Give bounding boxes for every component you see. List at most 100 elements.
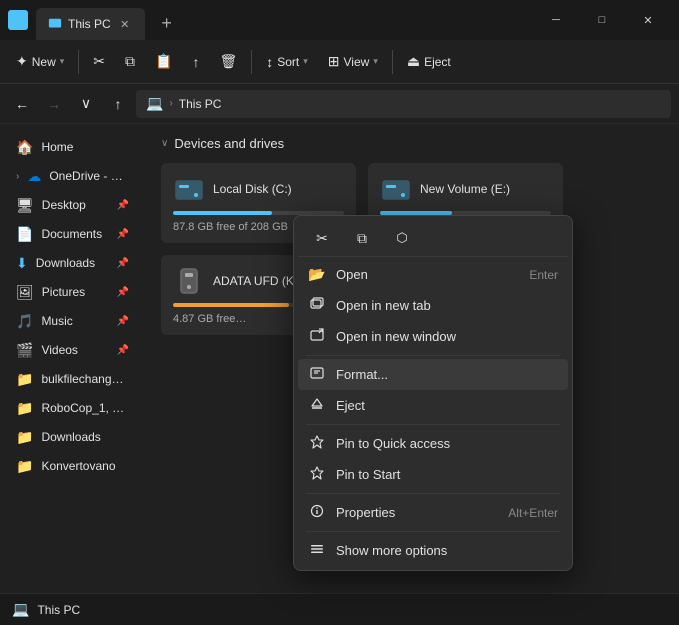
maximize-button[interactable]: □ — [579, 0, 625, 40]
close-button[interactable]: ✕ — [625, 0, 671, 40]
ctx-separator-1 — [306, 355, 560, 356]
eject-button[interactable]: ⏏ Eject — [399, 46, 459, 78]
onedrive-icon: ☁ — [27, 168, 41, 185]
ctx-pin-start-label: Pin to Start — [336, 467, 558, 482]
ctx-paste-button[interactable]: ⬡ — [384, 224, 420, 252]
drive-icon-c — [173, 173, 205, 205]
ctx-eject[interactable]: Eject — [298, 390, 568, 421]
section-collapse-icon[interactable]: ∨ — [161, 138, 168, 149]
nav-bar: ← → ∨ ↑ 💻 › This PC — [0, 84, 679, 124]
history-button[interactable]: ∨ — [72, 90, 100, 118]
toolbar: ✦ New ▾ ✂ ⧉ 📋 ↑ 🗑 ↕ Sort ▾ ⊞ View ▾ ⏏ Ej… — [0, 40, 679, 84]
sidebar-item-downloads2[interactable]: 📁 Downloads — [4, 423, 141, 451]
back-button[interactable]: ← — [8, 90, 36, 118]
ctx-pin-quick-label: Pin to Quick access — [336, 436, 558, 451]
share-button[interactable]: ↑ — [184, 46, 207, 78]
drive-name-c: Local Disk (C:) — [213, 182, 292, 196]
music-icon: 🎵 — [16, 313, 33, 330]
ctx-pin-start-icon — [308, 466, 326, 483]
ctx-properties[interactable]: Properties Alt+Enter — [298, 497, 568, 528]
drive-header-e: New Volume (E:) — [380, 173, 551, 205]
ctx-separator-2 — [306, 424, 560, 425]
sidebar-bottom-this-pc[interactable]: 💻 This PC — [0, 593, 145, 625]
ctx-format[interactable]: Format... — [298, 359, 568, 390]
new-label: New — [32, 55, 56, 69]
sidebar-label-videos: Videos — [41, 343, 77, 357]
up-button[interactable]: ↑ — [104, 90, 132, 118]
context-menu: ✂ ⧉ ⬡ 📂 Open Enter Open in new tab Open … — [293, 215, 573, 571]
tab-title: This PC — [68, 17, 111, 31]
new-chevron-icon: ▾ — [60, 56, 65, 67]
sidebar-bottom-icon: 💻 — [12, 601, 29, 618]
sidebar-label-robocop: RoboCop_1, 2, 3… — [41, 401, 129, 415]
ctx-paste-icon: ⬡ — [396, 230, 407, 246]
copy-icon: ⧉ — [125, 53, 135, 70]
sidebar-label-bulkfilechanger: bulkfilechanger… — [41, 372, 129, 386]
ctx-eject-label: Eject — [336, 398, 558, 413]
onedrive-expand-icon: › — [16, 171, 19, 182]
address-bar[interactable]: 💻 › This PC — [136, 90, 671, 118]
delete-button[interactable]: 🗑 — [211, 46, 245, 78]
address-path: This PC — [179, 97, 222, 111]
documents-pin-icon: 📌 — [117, 229, 129, 240]
drive-bar-fill-k — [173, 303, 289, 307]
ctx-open-shortcut: Enter — [529, 268, 558, 282]
sidebar-item-music[interactable]: 🎵 Music 📌 — [4, 307, 141, 335]
ctx-more-options[interactable]: Show more options — [298, 535, 568, 566]
drive-name-k: ADATA UFD (K:) — [213, 274, 301, 288]
sidebar-label-pictures: Pictures — [42, 285, 85, 299]
tab-icon — [48, 17, 62, 31]
eject-icon: ⏏ — [407, 53, 420, 70]
downloads2-icon: 📁 — [16, 429, 33, 446]
view-button[interactable]: ⊞ View ▾ — [320, 46, 386, 78]
sidebar-item-downloads[interactable]: ⬇ Downloads 📌 — [4, 249, 141, 277]
konvertovano-icon: 📁 — [16, 458, 33, 475]
ctx-cut-icon: ✂ — [316, 230, 328, 247]
sidebar-item-bulkfilechanger[interactable]: 📁 bulkfilechanger… — [4, 365, 141, 393]
sidebar-item-home[interactable]: 🏠 Home — [4, 133, 141, 161]
toolbar-separator-1 — [78, 50, 79, 74]
address-icon: 💻 — [146, 95, 163, 112]
forward-button[interactable]: → — [40, 90, 68, 118]
sidebar-item-onedrive[interactable]: › ☁ OneDrive - Pers… — [4, 162, 141, 190]
ctx-format-label: Format... — [336, 367, 558, 382]
context-toolbar: ✂ ⧉ ⬡ — [298, 220, 568, 257]
sidebar: 🏠 Home › ☁ OneDrive - Pers… 🖥 Desktop 📌 … — [0, 124, 145, 593]
sidebar-label-music: Music — [41, 314, 72, 328]
ctx-cut-button[interactable]: ✂ — [304, 224, 340, 252]
ctx-copy-button[interactable]: ⧉ — [344, 224, 380, 252]
app-icon — [8, 10, 28, 30]
ctx-open-new-tab[interactable]: Open in new tab — [298, 290, 568, 321]
sidebar-item-documents[interactable]: 📄 Documents 📌 — [4, 220, 141, 248]
ctx-pin-quick[interactable]: Pin to Quick access — [298, 428, 568, 459]
drive-icon-k — [173, 265, 205, 297]
ctx-properties-label: Properties — [336, 505, 498, 520]
cut-button[interactable]: ✂ — [85, 46, 113, 78]
ctx-pin-start[interactable]: Pin to Start — [298, 459, 568, 490]
ctx-open-new-tab-label: Open in new tab — [336, 298, 558, 313]
copy-button[interactable]: ⧉ — [117, 46, 143, 78]
sidebar-item-videos[interactable]: 🎬 Videos 📌 — [4, 336, 141, 364]
new-tab-button[interactable]: + — [153, 9, 181, 37]
tab-close-button[interactable]: ✕ — [117, 16, 133, 32]
sidebar-item-konvertovano[interactable]: 📁 Konvertovano — [4, 452, 141, 480]
ctx-copy-icon: ⧉ — [357, 230, 367, 247]
ctx-open[interactable]: 📂 Open Enter — [298, 259, 568, 290]
tab-this-pc[interactable]: This PC ✕ — [36, 8, 145, 40]
drive-name-e: New Volume (E:) — [420, 182, 510, 196]
ctx-open-new-window[interactable]: Open in new window — [298, 321, 568, 352]
sidebar-label-konvertovano: Konvertovano — [41, 459, 115, 473]
title-bar: This PC ✕ + ─ □ ✕ — [0, 0, 679, 40]
toolbar-separator-2 — [251, 50, 252, 74]
sidebar-item-robocop[interactable]: 📁 RoboCop_1, 2, 3… — [4, 394, 141, 422]
desktop-pin-icon: 📌 — [117, 200, 129, 211]
paste-button[interactable]: 📋 — [147, 46, 180, 78]
new-button[interactable]: ✦ New ▾ — [8, 46, 72, 78]
sort-button[interactable]: ↕ Sort ▾ — [258, 46, 316, 78]
ctx-separator-3 — [306, 493, 560, 494]
sidebar-item-pictures[interactable]: 🖼 Pictures 📌 — [4, 278, 141, 306]
minimize-button[interactable]: ─ — [533, 0, 579, 40]
sidebar-item-desktop[interactable]: 🖥 Desktop 📌 — [4, 191, 141, 219]
sidebar-label-downloads2: Downloads — [41, 430, 100, 444]
ctx-pin-quick-icon — [308, 435, 326, 452]
